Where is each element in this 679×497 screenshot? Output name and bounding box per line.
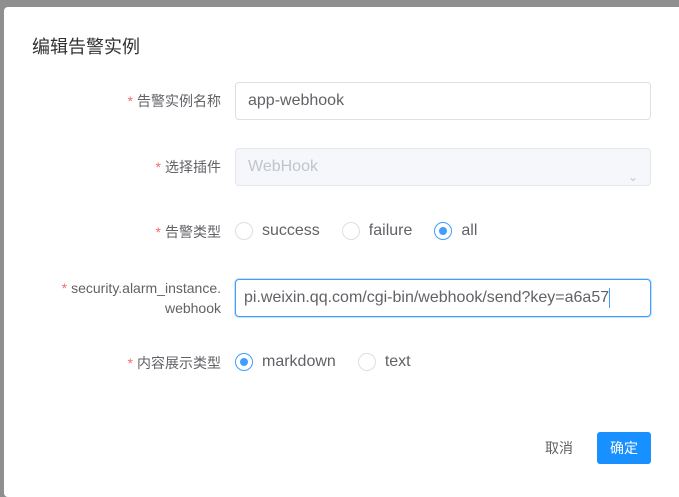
text-cursor: [609, 287, 611, 308]
radio-label: failure: [368, 222, 413, 239]
radio-label: text: [384, 353, 411, 370]
webhook-label: * security.alarm_instance.webhook: [1, 278, 221, 318]
webhook-label-line1: security.alarm_instance.: [71, 280, 221, 296]
webhook-label-line2: webhook: [164, 300, 221, 316]
radio-circle: [235, 222, 253, 240]
radio-circle: [357, 353, 376, 371]
alert-type-radio-group: success failure all: [235, 222, 499, 240]
plugin-select[interactable]: WebHook ⌄: [235, 148, 651, 186]
dialog-title: 编辑告警实例: [32, 37, 140, 57]
radio-all[interactable]: all: [434, 222, 477, 240]
required-mark: *: [127, 93, 133, 109]
plugin-label: * 选择插件: [1, 157, 221, 177]
radio-circle-checked: [235, 353, 253, 371]
radio-text[interactable]: text: [357, 353, 411, 371]
required-mark: *: [127, 355, 133, 371]
confirm-button[interactable]: 确定: [597, 432, 651, 464]
name-label-text: 告警实例名称: [137, 93, 221, 109]
required-mark: *: [61, 280, 68, 296]
radio-circle-checked: [434, 222, 453, 240]
webhook-url-input[interactable]: pi.weixin.qq.com/cgi-bin/webhook/send?ke…: [235, 279, 651, 317]
required-mark: *: [155, 159, 161, 175]
cancel-button[interactable]: 取消: [534, 432, 584, 464]
edit-alert-instance-dialog: 编辑告警实例 * 告警实例名称 app-webhook * 选择插件 WebHook…: [4, 7, 679, 497]
name-label: * 告警实例名称: [1, 91, 221, 111]
instance-name-input[interactable]: app-webhook: [235, 82, 651, 120]
chevron-down-icon: ⌄: [627, 170, 638, 184]
content-type-radio-group: markdown text: [235, 353, 433, 371]
radio-label: success: [262, 222, 320, 239]
radio-label: all: [461, 222, 478, 239]
radio-markdown[interactable]: markdown: [235, 353, 336, 371]
plugin-select-value: WebHook: [248, 158, 318, 175]
radio-label: markdown: [262, 353, 336, 370]
content-type-label-text: 内容展示类型: [137, 355, 221, 371]
radio-circle: [341, 222, 360, 240]
alert-type-label-text: 告警类型: [165, 224, 221, 240]
alert-type-label: * 告警类型: [1, 222, 221, 242]
plugin-label-text: 选择插件: [165, 159, 221, 175]
webhook-url-value: pi.weixin.qq.com/cgi-bin/webhook/send?ke…: [244, 289, 610, 306]
radio-failure[interactable]: failure: [341, 222, 413, 240]
content-type-label: * 内容展示类型: [1, 353, 221, 373]
required-mark: *: [155, 224, 161, 240]
radio-success[interactable]: success: [235, 222, 320, 240]
